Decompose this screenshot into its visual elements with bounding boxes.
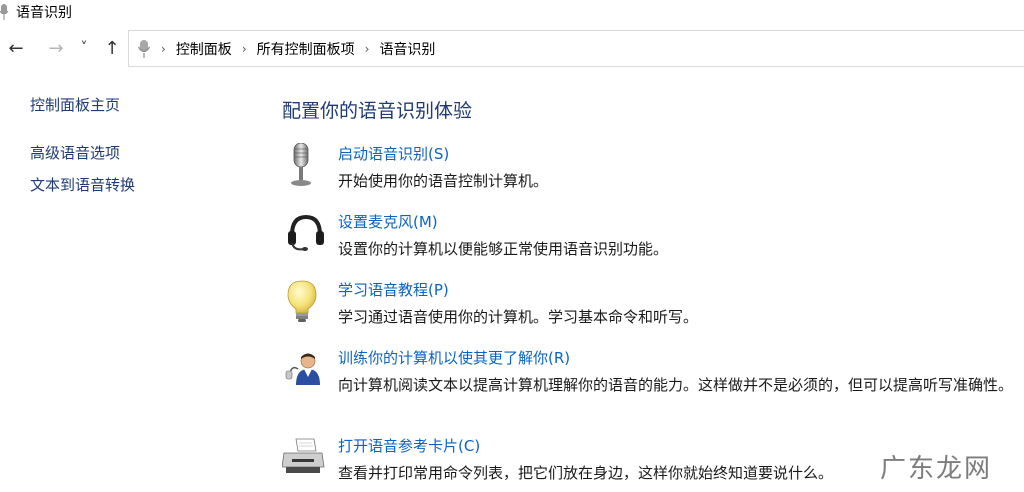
chevron-right-icon[interactable]: › bbox=[242, 42, 247, 56]
arrow-up-icon: ↑ bbox=[104, 37, 120, 59]
lightbulb-icon bbox=[287, 280, 317, 322]
microphone-icon bbox=[0, 4, 9, 20]
page-title: 配置你的语音识别体验 bbox=[282, 100, 473, 122]
title-bar: 语音识别 bbox=[0, 0, 1024, 24]
printer-icon bbox=[282, 438, 325, 473]
user-training-icon bbox=[285, 353, 320, 385]
chevron-right-icon[interactable]: › bbox=[365, 42, 370, 56]
navigation-bar: ← → ˅ ↑ › 控制面板 › 所有控制面板项 › 语音识别 bbox=[0, 30, 1024, 68]
task-description: 学习通过语音使用你的计算机。学习基本命令和听写。 bbox=[338, 308, 699, 326]
address-bar[interactable]: › 控制面板 › 所有控制面板项 › 语音识别 bbox=[128, 30, 1024, 67]
arrow-left-icon: ← bbox=[8, 37, 24, 59]
start-speech-recognition-link[interactable]: 启动语音识别(S) bbox=[338, 143, 449, 164]
headset-icon bbox=[288, 214, 324, 251]
sidebar-item-advanced-speech-options[interactable]: 高级语音选项 bbox=[30, 142, 120, 163]
back-button[interactable]: ← bbox=[4, 36, 28, 60]
set-up-microphone-link[interactable]: 设置麦克风(M) bbox=[338, 211, 438, 232]
train-computer-link[interactable]: 训练你的计算机以使其更了解你(R) bbox=[338, 347, 570, 368]
speech-tutorial-link[interactable]: 学习语音教程(P) bbox=[338, 279, 449, 300]
task-description: 设置你的计算机以便能够正常使用语音识别功能。 bbox=[338, 240, 669, 258]
recent-locations-button[interactable]: ˅ bbox=[74, 36, 94, 60]
up-button[interactable]: ↑ bbox=[100, 36, 124, 60]
breadcrumb-all-items[interactable]: 所有控制面板项 bbox=[257, 39, 355, 59]
task-description: 向计算机阅读文本以提高计算机理解你的语音的能力。这样做并不是必须的，但可以提高听… bbox=[338, 376, 1014, 394]
microphone-icon bbox=[291, 143, 311, 186]
sidebar-item-text-to-speech[interactable]: 文本到语音转换 bbox=[30, 174, 135, 195]
forward-button[interactable]: → bbox=[44, 36, 68, 60]
task-description: 开始使用你的语音控制计算机。 bbox=[338, 172, 549, 190]
chevron-down-icon: ˅ bbox=[80, 40, 88, 56]
open-reference-card-link[interactable]: 打开语音参考卡片(C) bbox=[338, 435, 480, 456]
window-title: 语音识别 bbox=[16, 5, 72, 21]
arrow-right-icon: → bbox=[48, 37, 64, 59]
microphone-icon bbox=[137, 39, 151, 58]
breadcrumb-control-panel[interactable]: 控制面板 bbox=[176, 39, 232, 59]
breadcrumb-speech-recognition[interactable]: 语音识别 bbox=[379, 39, 435, 59]
chevron-right-icon: › bbox=[161, 41, 166, 56]
watermark: 广东龙网 bbox=[880, 454, 993, 484]
sidebar-item-control-panel-home[interactable]: 控制面板主页 bbox=[30, 94, 120, 115]
